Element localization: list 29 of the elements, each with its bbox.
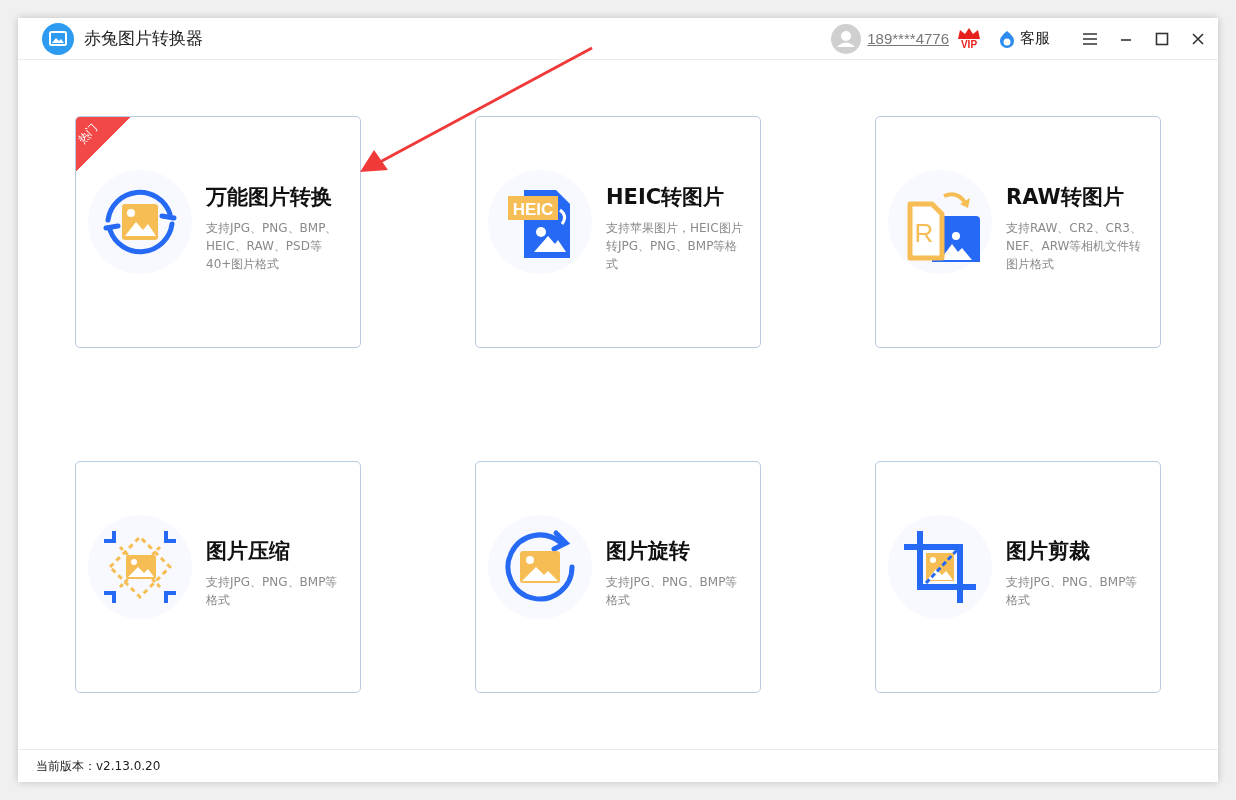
version-text: 当前版本：v2.13.0.20: [36, 757, 161, 775]
maximize-icon[interactable]: [1154, 30, 1170, 47]
card-title: 万能图片转换: [206, 184, 333, 211]
feature-card[interactable]: 热门 万能图片转换 支持JPG、PNG、BMP、HEIC、RAW、PSD等40+图片格式: [75, 116, 361, 348]
hot-ribbon: 热门: [76, 117, 131, 172]
card-description: 支持JPG、PNG、BMP、HEIC、RAW、PSD等40+图片格式: [206, 220, 339, 273]
window-title: 赤兔图片转换器: [84, 27, 203, 50]
vip-crown-badge[interactable]: VIP: [957, 27, 981, 50]
card-description: 支持苹果图片，HEIC图片转JPG、PNG、BMP等格式: [606, 220, 744, 273]
card-title: 图片剪裁: [1006, 538, 1091, 565]
card-description: 支持RAW、CR2、CR3、NEF、ARW等相机文件转图片格式: [1006, 220, 1143, 273]
close-icon[interactable]: [1190, 30, 1206, 47]
service-icon[interactable]: [999, 29, 1015, 48]
card-title: 图片旋转: [606, 538, 691, 565]
customer-service-link[interactable]: 客服: [1020, 29, 1050, 48]
card-description: 支持JPG、PNG、BMP等格式: [1006, 574, 1139, 609]
feature-card[interactable]: 图片剪裁 支持JPG、PNG、BMP等格式: [875, 461, 1161, 693]
feature-card[interactable]: 图片压缩 支持JPG、PNG、BMP等格式: [75, 461, 361, 693]
card-description: 支持JPG、PNG、BMP等格式: [206, 574, 339, 609]
account-link[interactable]: 189****4776: [867, 30, 949, 47]
feature-card[interactable]: R RAW转图片 支持RAW、CR2、CR3、NEF、ARW等相机文件转图片格式: [875, 116, 1161, 348]
card-title: HEIC转图片: [606, 184, 726, 211]
feature-card[interactable]: 图片旋转 支持JPG、PNG、BMP等格式: [475, 461, 761, 693]
card-title: RAW转图片: [1006, 184, 1125, 211]
feature-card[interactable]: HEIC HEIC转图片 支持苹果图片，HEIC图片转JPG、PNG、BMP等格式: [475, 116, 761, 348]
card-title: 图片压缩: [206, 538, 291, 565]
card-description: 支持JPG、PNG、BMP等格式: [606, 574, 739, 609]
menu-icon[interactable]: [1082, 30, 1098, 47]
app-logo-icon: [42, 22, 74, 55]
